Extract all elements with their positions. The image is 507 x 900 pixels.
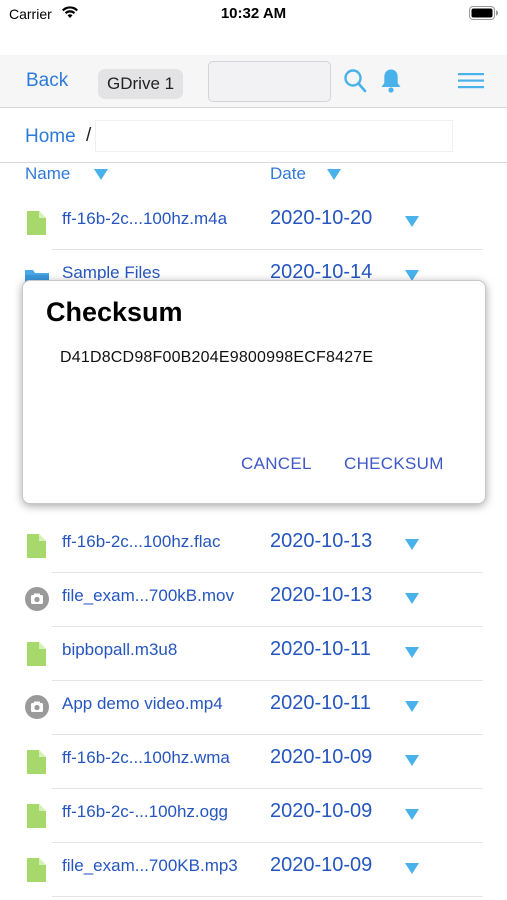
item-options-arrow-icon[interactable] <box>405 809 419 820</box>
status-bar: Carrier 10:32 AM <box>0 0 507 30</box>
item-options-arrow-icon[interactable] <box>405 216 419 227</box>
list-item[interactable]: file_exam...700KB.mp3 2020-10-09 <box>0 843 507 897</box>
breadcrumb-home-link[interactable]: Home <box>25 126 76 148</box>
file-name: bipbopall.m3u8 <box>62 640 178 659</box>
sort-by-name-button[interactable]: Name <box>25 164 70 184</box>
path-input[interactable] <box>95 120 453 152</box>
file-icon <box>25 533 47 564</box>
date-sort-arrow-icon[interactable] <box>327 169 341 180</box>
item-options-arrow-icon[interactable] <box>405 701 419 712</box>
name-sort-arrow-icon[interactable] <box>94 169 108 180</box>
file-date: 2020-10-20 <box>270 207 373 229</box>
video-icon <box>24 586 50 617</box>
clock-time: 10:32 AM <box>220 5 287 22</box>
item-options-arrow-icon[interactable] <box>405 863 419 874</box>
file-date: 2020-10-09 <box>270 800 373 822</box>
file-date: 2020-10-11 <box>270 692 371 714</box>
dialog-title: Checksum <box>46 297 183 327</box>
bell-icon[interactable] <box>380 68 402 99</box>
checksum-dialog: Checksum D41D8CD98F00B204E9800998ECF8427… <box>22 280 486 504</box>
breadcrumb-separator: / <box>86 125 92 146</box>
list-item[interactable]: ff-16b-2c...100hz.flac 2020-10-13 <box>0 519 507 573</box>
file-name: file_exam...700kB.mov <box>62 586 234 605</box>
navigation-bar: Back GDrive 1 <box>0 55 507 108</box>
sort-by-date-button[interactable]: Date <box>270 164 306 184</box>
list-item[interactable]: App demo video.mp4 2020-10-11 <box>0 681 507 735</box>
file-icon <box>25 857 47 888</box>
file-name: ff-16b-2c...100hz.m4a <box>62 209 228 228</box>
file-name: ff-16b-2c...100hz.flac <box>62 532 221 551</box>
file-icon <box>25 749 47 780</box>
file-icon <box>25 641 47 672</box>
battery-icon <box>469 6 498 20</box>
row-divider <box>52 896 483 897</box>
file-date: 2020-10-09 <box>270 746 373 768</box>
file-icon <box>25 803 47 834</box>
checksum-value: D41D8CD98F00B204E9800998ECF8427E <box>60 349 374 366</box>
item-options-arrow-icon[interactable] <box>405 539 419 550</box>
file-name: App demo video.mp4 <box>62 694 223 713</box>
file-name: ff-16b-2c-...100hz.ogg <box>62 802 229 821</box>
video-icon <box>24 694 50 725</box>
file-name: file_exam...700KB.mp3 <box>62 856 238 875</box>
list-item[interactable]: ff-16b-2c...100hz.wma 2020-10-09 <box>0 735 507 789</box>
search-input[interactable] <box>208 61 331 102</box>
list-item[interactable]: ff-16b-2c...100hz.m4a 2020-10-20 <box>0 196 507 250</box>
breadcrumb: Home / <box>0 108 507 163</box>
search-icon[interactable] <box>343 68 367 99</box>
item-options-arrow-icon[interactable] <box>405 755 419 766</box>
list-item[interactable]: ff-16b-2c-...100hz.ogg 2020-10-09 <box>0 789 507 843</box>
file-date: 2020-10-11 <box>270 638 371 660</box>
drive-selector-button[interactable]: GDrive 1 <box>98 69 184 99</box>
list-item[interactable]: file_exam...700kB.mov 2020-10-13 <box>0 573 507 627</box>
file-name: ff-16b-2c...100hz.wma <box>62 748 230 767</box>
checksum-button[interactable]: CHECKSUM <box>344 454 444 474</box>
file-icon <box>25 210 47 241</box>
item-options-arrow-icon[interactable] <box>405 647 419 658</box>
file-date: 2020-10-13 <box>270 530 373 552</box>
back-button[interactable]: Back <box>26 70 68 92</box>
menu-icon[interactable] <box>458 72 484 95</box>
file-date: 2020-10-13 <box>270 584 373 606</box>
item-options-arrow-icon[interactable] <box>405 593 419 604</box>
cancel-button[interactable]: CANCEL <box>241 454 312 474</box>
list-item[interactable]: bipbopall.m3u8 2020-10-11 <box>0 627 507 681</box>
file-date: 2020-10-09 <box>270 854 373 876</box>
